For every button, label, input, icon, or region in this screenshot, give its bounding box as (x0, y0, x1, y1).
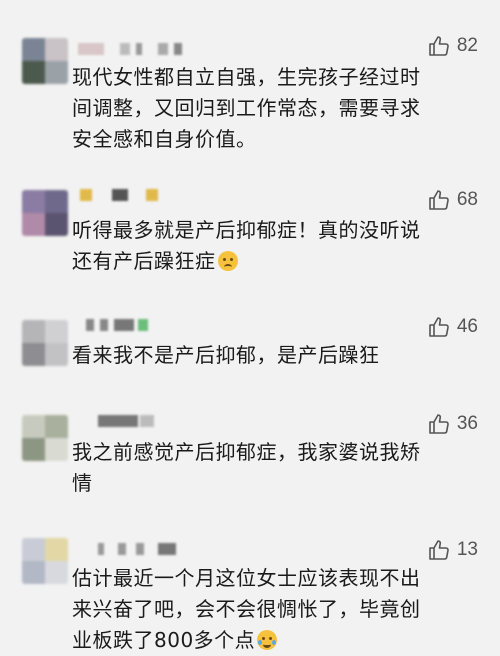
comment-text: 估计最近一个月这位女士应该表现不出 来兴奋了吧，会不会很惆怅了，毕竟创 业板跌了… (72, 563, 482, 656)
thumbs-up-icon (429, 36, 449, 56)
avatar[interactable] (22, 190, 68, 236)
avatar[interactable] (22, 320, 68, 366)
like-count: 36 (456, 413, 478, 434)
avatar[interactable] (22, 38, 68, 84)
thumbs-up-icon (429, 190, 449, 210)
username[interactable] (78, 186, 208, 204)
comment-line: 估计最近一个月这位女士应该表现不出 (72, 566, 421, 590)
comment-text: 看来我不是产后抑郁，是产后躁狂 (72, 340, 482, 371)
comment-line: 安全感和自身价值。 (72, 127, 257, 151)
like-button[interactable]: 82 (427, 34, 478, 58)
comment-line-with-emoji: 还有产后躁狂症 (72, 246, 482, 277)
thumbs-up-icon (429, 540, 449, 560)
comment-line: 间调整，又回归到工作常态，需要寻求 (72, 96, 421, 120)
like-count: 68 (456, 189, 478, 210)
like-count: 46 (456, 316, 478, 337)
username[interactable] (78, 412, 208, 430)
sad-face-emoji-icon (217, 251, 238, 271)
comment-line: 我之前感觉产后抑郁症，我家婆说我矫 (72, 440, 421, 464)
comment-line: 业板跌了800多个点 (72, 628, 256, 652)
avatar[interactable] (22, 538, 68, 584)
comment-line: 还有产后躁狂症 (72, 249, 216, 273)
comment-text: 听得最多就是产后抑郁症！真的没听说 还有产后躁狂症 (72, 215, 482, 277)
comment-line: 看来我不是产后抑郁，是产后躁狂 (72, 343, 380, 367)
username[interactable] (78, 540, 208, 558)
comment-line: 情 (72, 471, 93, 495)
tears-of-joy-emoji-icon (257, 630, 278, 650)
thumbs-up-icon (429, 317, 449, 337)
thumbs-up-icon (429, 414, 449, 434)
like-button[interactable]: 46 (427, 315, 478, 339)
like-count: 82 (456, 35, 478, 56)
comment-line-with-emoji: 业板跌了800多个点 (72, 625, 482, 656)
like-button[interactable]: 13 (427, 538, 478, 562)
like-count: 13 (456, 539, 478, 560)
comment-line: 听得最多就是产后抑郁症！真的没听说 (72, 218, 421, 242)
username[interactable] (78, 40, 208, 58)
avatar[interactable] (22, 415, 68, 461)
username[interactable] (78, 316, 208, 334)
comment-text: 我之前感觉产后抑郁症，我家婆说我矫 情 (72, 437, 482, 499)
comment-line: 来兴奋了吧，会不会很惆怅了，毕竟创 (72, 597, 421, 621)
like-button[interactable]: 36 (427, 412, 478, 436)
like-button[interactable]: 68 (427, 188, 478, 212)
comment-text: 现代女性都自立自强，生完孩子经过时 间调整，又回归到工作常态，需要寻求 安全感和… (72, 62, 482, 155)
comment-line: 现代女性都自立自强，生完孩子经过时 (72, 65, 421, 89)
